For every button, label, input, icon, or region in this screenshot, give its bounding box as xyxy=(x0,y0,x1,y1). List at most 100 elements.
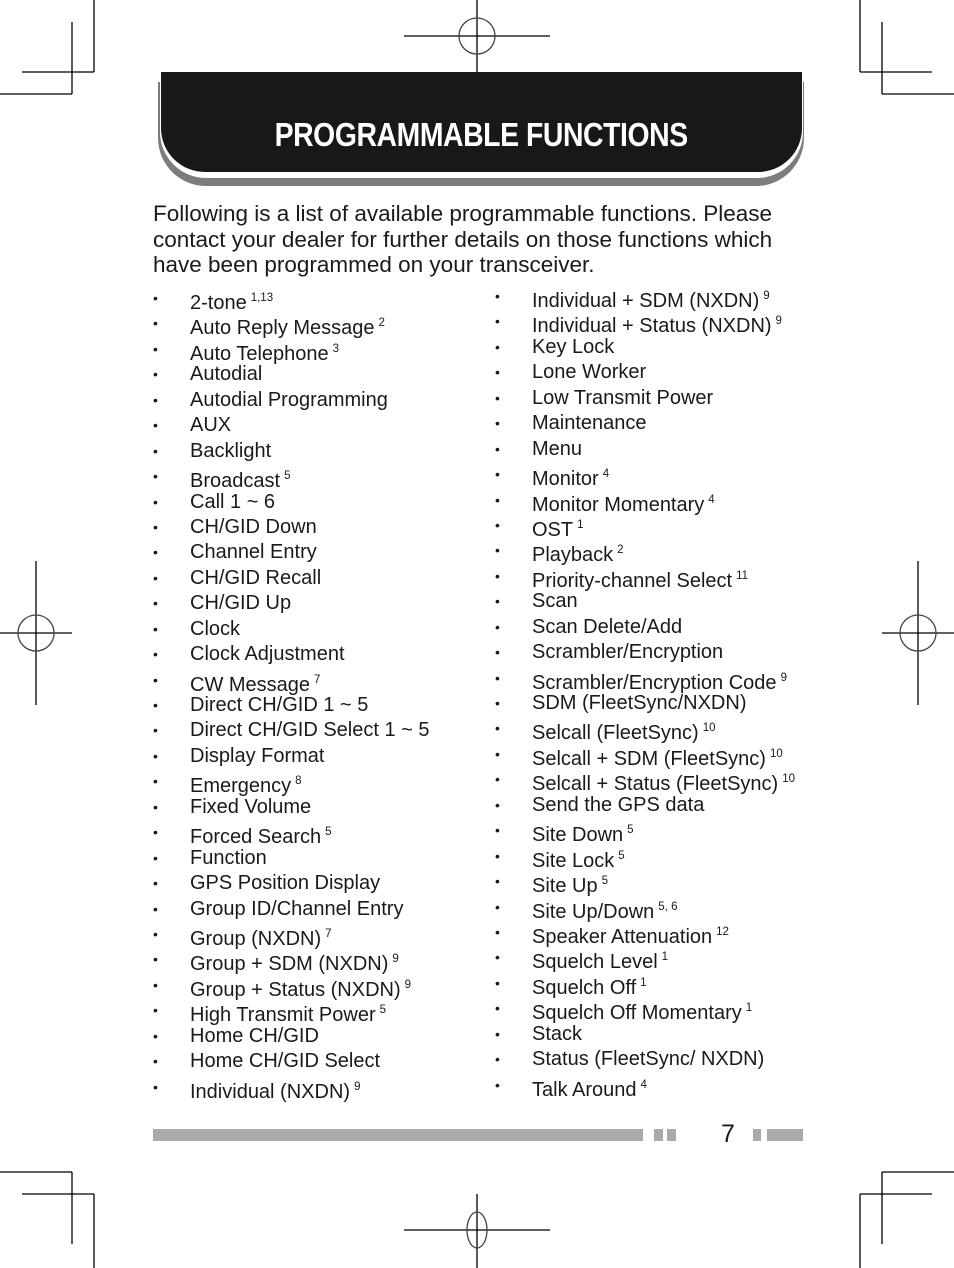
function-list-item: • Speaker Attenuation 12 xyxy=(495,920,815,948)
bullet-icon: • xyxy=(495,822,500,839)
function-list-item: • Playback 2 xyxy=(495,538,815,566)
bullet-icon: • xyxy=(153,340,158,357)
footnote-reference: 2 xyxy=(378,317,385,330)
bullet-icon: • xyxy=(495,796,500,813)
function-list-item: • Group (NXDN) 7 xyxy=(153,922,483,950)
function-list-item: • Group ID/Channel Entry xyxy=(153,897,483,922)
footnote-reference: 4 xyxy=(640,1078,647,1091)
function-name: Stack xyxy=(532,1022,583,1045)
function-label: Scrambler/Encryption xyxy=(532,640,723,665)
function-name: Direct CH/GID 1 ~ 5 xyxy=(190,694,369,716)
registration-mark-circle xyxy=(458,17,496,55)
bullet-icon: • xyxy=(153,493,158,510)
footer-bar-segment xyxy=(753,1129,761,1141)
function-label: Send the GPS data xyxy=(532,793,704,818)
footnote-reference: 9 xyxy=(404,978,412,991)
bullet-icon: • xyxy=(153,646,158,663)
function-list-item: • 2-tone 1,13 xyxy=(153,286,483,314)
bullet-icon: • xyxy=(495,542,500,559)
bullet-icon: • xyxy=(153,671,158,688)
bullet-icon: • xyxy=(153,875,158,892)
bullet-icon: • xyxy=(153,366,158,383)
bullet-icon: • xyxy=(153,849,158,866)
bullet-icon: • xyxy=(495,1025,500,1042)
bullet-icon: • xyxy=(153,315,158,332)
bullet-icon: • xyxy=(495,364,500,381)
function-name: Group ID/Channel Entry xyxy=(190,897,404,920)
footnote-reference: 4 xyxy=(602,468,610,481)
bullet-icon: • xyxy=(495,466,500,483)
bullet-icon: • xyxy=(495,288,500,304)
function-list-item: • Site Lock 5 xyxy=(495,844,815,872)
function-list-item: • Forced Search 5 xyxy=(153,820,483,848)
bullet-icon: • xyxy=(153,518,158,535)
function-list-item: • Stack xyxy=(495,1022,815,1047)
function-name: Function xyxy=(190,846,267,869)
function-label: Scan xyxy=(532,589,578,614)
footer-bar-segment xyxy=(654,1129,663,1141)
function-label: AUX xyxy=(190,413,231,438)
function-list-item: • Selcall (FleetSync) 10 xyxy=(495,716,815,744)
footnote-reference: 1 xyxy=(577,518,584,531)
function-list-item: • SDM (FleetSync/NXDN) xyxy=(495,691,815,716)
function-label: Lone Worker xyxy=(532,360,646,385)
function-label: Individual (NXDN) 9 xyxy=(190,1075,360,1105)
function-list-item: • Key Lock xyxy=(495,335,815,360)
function-list-item: • Autodial Programming xyxy=(153,388,483,413)
footnote-reference: 7 xyxy=(314,673,321,686)
footnote-reference: 10 xyxy=(769,747,783,760)
bullet-icon: • xyxy=(495,669,500,686)
bullet-icon: • xyxy=(495,974,500,991)
function-label: Function xyxy=(190,846,267,871)
function-list-item: • Function xyxy=(153,846,483,871)
function-label: Status (FleetSync/ NXDN) xyxy=(532,1047,764,1072)
function-name: Maintenance xyxy=(532,412,647,435)
function-list-item: • Auto Telephone 3 xyxy=(153,337,483,365)
function-list-item: • Site Up/Down 5, 6 xyxy=(495,895,815,923)
function-name: Menu xyxy=(532,437,583,460)
footnote-reference: 2 xyxy=(617,544,624,557)
footnote-reference: 1 xyxy=(745,1002,753,1015)
function-list-item: • CW Message 7 xyxy=(153,668,483,696)
bullet-icon: • xyxy=(153,976,158,993)
function-label: Maintenance xyxy=(532,411,647,436)
function-label: Backlight xyxy=(190,439,271,464)
function-name: Backlight xyxy=(190,439,272,462)
function-list-item: • Display Format xyxy=(153,744,483,769)
function-name: Talk Around xyxy=(532,1078,637,1101)
bullet-icon: • xyxy=(495,618,500,635)
function-list-item: • Fixed Volume xyxy=(153,795,483,820)
footnote-reference: 9 xyxy=(775,315,782,328)
function-list-item: • Scan Delete/Add xyxy=(495,615,815,640)
function-list-item: • Menu xyxy=(495,437,815,462)
function-list-item: • Group + SDM (NXDN) 9 xyxy=(153,947,483,975)
bullet-icon: • xyxy=(153,442,158,459)
function-label: Display Format xyxy=(190,744,324,769)
bullet-icon: • xyxy=(153,468,158,485)
function-name: Low Transmit Power xyxy=(532,386,714,409)
function-list-item: • Monitor 4 xyxy=(495,462,815,490)
intro-paragraph: Following is a list of available program… xyxy=(153,201,773,277)
function-list-item: • GPS Position Display xyxy=(153,871,483,896)
footnote-reference: 5 xyxy=(601,875,608,888)
registration-mark-circle xyxy=(466,1211,488,1249)
bullet-icon: • xyxy=(153,697,158,713)
bullet-icon: • xyxy=(495,745,500,762)
function-list-item: • Group + Status (NXDN) 9 xyxy=(153,973,483,1001)
function-list-item: • Low Transmit Power xyxy=(495,386,815,411)
function-list-item: • Monitor Momentary 4 xyxy=(495,488,815,516)
function-list-left: • 2-tone 1,13 • Auto Reply Message 2 • Auto Tel… xyxy=(153,286,483,1103)
function-list-item: • Selcall + Status (FleetSync) 10 xyxy=(495,767,815,795)
bullet-icon: • xyxy=(495,516,500,533)
bullet-icon: • xyxy=(153,925,158,942)
bullet-icon: • xyxy=(153,595,158,612)
function-name: AUX xyxy=(190,414,232,437)
bullet-icon: • xyxy=(495,389,500,406)
footnote-reference: 3 xyxy=(332,342,340,355)
function-name: Channel Entry xyxy=(190,541,317,564)
footnote-reference: 1 xyxy=(661,951,669,964)
footnote-reference: 1 xyxy=(640,976,647,989)
function-list-item: • Lone Worker xyxy=(495,360,815,385)
bullet-icon: • xyxy=(153,569,158,586)
function-list-item: • Channel Entry xyxy=(153,540,483,565)
